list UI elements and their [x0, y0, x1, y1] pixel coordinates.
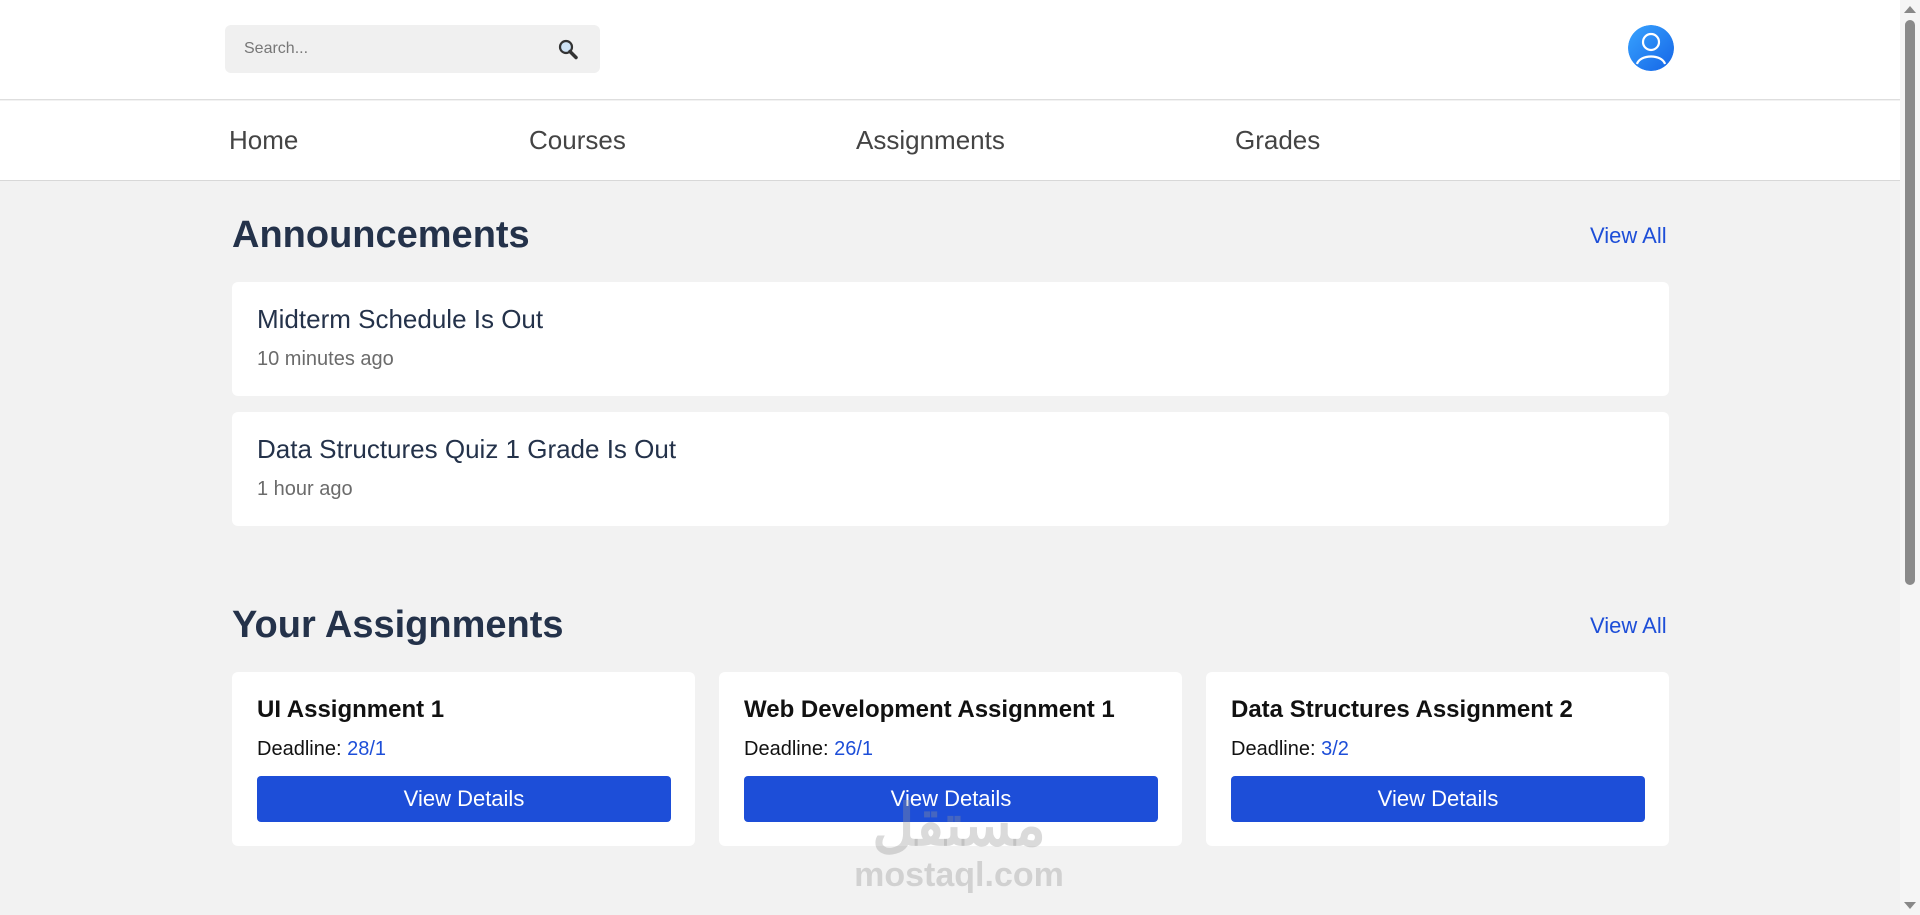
watermark: مستقل mostaql.com	[842, 793, 1076, 894]
scroll-up-arrow-icon[interactable]	[1904, 6, 1916, 13]
announcement-title: Data Structures Quiz 1 Grade Is Out	[257, 434, 677, 464]
announcement-time: 10 minutes ago	[257, 348, 394, 370]
assignment-card: Data Structures Assignment 2 Deadline: 3…	[1206, 672, 1669, 846]
deadline-label: Deadline:	[744, 738, 829, 760]
assignments-view-all-link[interactable]: View All	[1590, 613, 1667, 639]
deadline-date: 3/2	[1321, 738, 1349, 760]
nav-item-grades[interactable]: Grades	[1235, 125, 1320, 156]
deadline-label: Deadline:	[257, 738, 342, 760]
scrollbar-thumb[interactable]	[1905, 20, 1915, 585]
view-details-button[interactable]: View Details	[1231, 776, 1645, 822]
search-box	[225, 25, 600, 73]
top-bar	[0, 0, 1900, 100]
announcements-title: Announcements	[232, 214, 530, 256]
announcements-view-all-link[interactable]: View All	[1590, 223, 1667, 249]
assignment-card: UI Assignment 1 Deadline: 28/1 View Deta…	[232, 672, 695, 846]
announcement-title: Midterm Schedule Is Out	[257, 304, 544, 334]
view-details-button[interactable]: View Details	[257, 776, 671, 822]
search-input[interactable]	[225, 25, 535, 73]
search-icon[interactable]	[555, 37, 581, 63]
watermark-text: mostaql.com	[854, 856, 1064, 894]
nav-item-courses[interactable]: Courses	[529, 125, 626, 156]
main-nav: Home Courses Assignments Grades	[0, 101, 1900, 181]
deadline-date: 28/1	[347, 738, 387, 760]
announcement-item[interactable]: Midterm Schedule Is Out 10 minutes ago	[232, 282, 1669, 396]
announcement-item[interactable]: Data Structures Quiz 1 Grade Is Out 1 ho…	[232, 412, 1669, 526]
assignment-title: Data Structures Assignment 2	[1231, 696, 1573, 723]
assignment-deadline: Deadline: 26/1	[744, 738, 873, 761]
announcement-time: 1 hour ago	[257, 478, 353, 500]
assignment-deadline: Deadline: 3/2	[1231, 738, 1349, 761]
assignment-title: Web Development Assignment 1	[744, 696, 1115, 723]
nav-item-home[interactable]: Home	[229, 125, 298, 156]
deadline-label: Deadline:	[1231, 738, 1316, 760]
scroll-down-arrow-icon[interactable]	[1904, 902, 1916, 909]
watermark-logo: مستقل	[872, 793, 1046, 858]
user-avatar-icon[interactable]	[1628, 25, 1674, 71]
nav-item-assignments[interactable]: Assignments	[856, 125, 1005, 156]
deadline-date: 26/1	[834, 738, 874, 760]
page-scrollbar[interactable]	[1900, 0, 1920, 915]
assignment-deadline: Deadline: 28/1	[257, 738, 386, 761]
assignments-title: Your Assignments	[232, 604, 564, 646]
assignment-title: UI Assignment 1	[257, 696, 445, 723]
